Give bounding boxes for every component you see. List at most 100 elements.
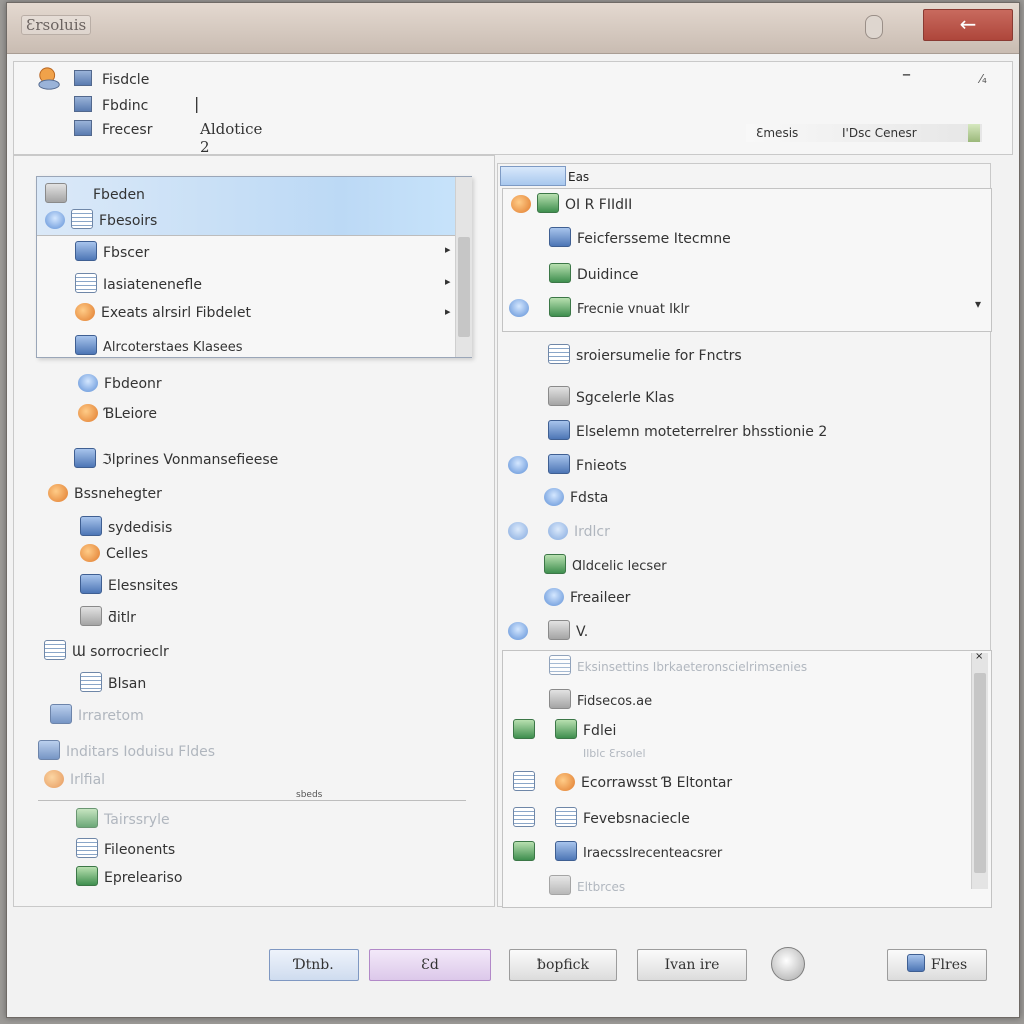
tree-item[interactable]: Tairssryle bbox=[76, 808, 170, 830]
menu-item[interactable]: Fbesoirs bbox=[45, 209, 157, 231]
tree-item[interactable]: sydedisis bbox=[80, 516, 172, 538]
tree-item[interactable]: Blsan bbox=[80, 672, 146, 694]
document-icon bbox=[74, 96, 92, 112]
calendar-icon bbox=[76, 838, 98, 858]
list-item[interactable]: Fdsta bbox=[544, 488, 608, 510]
list-item-label: Duidince bbox=[577, 267, 639, 283]
list-item[interactable]: Freaileer bbox=[544, 588, 630, 610]
action-button-1[interactable]: Ɗtnb. bbox=[269, 949, 359, 981]
list-item[interactable]: Elselemn moteterrelrer bhsstionie 2 bbox=[548, 420, 827, 442]
hscroll-track[interactable] bbox=[38, 800, 466, 801]
list-item[interactable]: Ɑldcelic lecser bbox=[544, 554, 667, 576]
header-row-3[interactable]: Frecesr Aldotice 2 bbox=[74, 120, 262, 156]
record-button[interactable] bbox=[771, 947, 805, 981]
dropdown-arrow-icon[interactable]: ▾ bbox=[975, 297, 981, 311]
list-item[interactable]: Fnieots bbox=[508, 454, 627, 476]
tag-icon bbox=[76, 866, 98, 886]
users-icon bbox=[75, 335, 97, 355]
tree-item[interactable]: ƁLeiore bbox=[78, 404, 157, 426]
list-item[interactable]: Sgcelerle Klas bbox=[548, 386, 674, 408]
menu-item[interactable]: Fbscer ▸ bbox=[75, 241, 451, 263]
tree-item-label: Celles bbox=[106, 546, 149, 562]
action-button-5[interactable]: Flres bbox=[887, 949, 987, 981]
list-item[interactable]: Ilblc Ɛrsolel bbox=[583, 747, 646, 769]
list-item-label: Elselemn moteterrelrer bhsstionie 2 bbox=[576, 424, 828, 440]
header-status: Ɛmesis I'Dsc Cenesr bbox=[746, 124, 982, 142]
tree-item[interactable]: Irraretom bbox=[50, 704, 144, 726]
tree-item[interactable]: ƌitlr bbox=[80, 606, 136, 628]
list-item[interactable]: Irdlcr bbox=[508, 522, 610, 544]
list-item[interactable]: Eltbrces bbox=[549, 875, 625, 897]
tree-item[interactable]: Fbdeonr bbox=[78, 374, 162, 396]
button-row: Ɗtnb. Ɛd ƀopfick Ivan ire Flres bbox=[269, 947, 999, 989]
header-row-2[interactable]: Fbdinc | bbox=[74, 94, 199, 116]
menu-item[interactable]: Iasiatenenefle ▸ bbox=[75, 273, 451, 295]
tab-header[interactable] bbox=[500, 166, 566, 186]
plant-icon bbox=[549, 297, 571, 317]
list-item[interactable]: sroiersumelie for Fnctrs bbox=[548, 344, 742, 366]
list-item[interactable]: V. bbox=[508, 620, 588, 642]
building-icon bbox=[549, 227, 571, 247]
header-field-value[interactable]: Aldotice 2 bbox=[200, 120, 262, 156]
tree-item[interactable]: ℑlprines Vonmansefieese bbox=[74, 448, 278, 470]
list-item[interactable]: Fidsecos.ae bbox=[549, 689, 652, 711]
tree-item[interactable]: Ɯ sorrocrieclr bbox=[44, 640, 169, 662]
action-button-2[interactable]: Ɛd bbox=[369, 949, 491, 981]
list-item[interactable]: Fdlei bbox=[513, 719, 616, 741]
tree-item-label: Irraretom bbox=[78, 708, 144, 724]
header-row-label: Fisdcle bbox=[102, 72, 150, 88]
close-button[interactable]: ← bbox=[923, 9, 1013, 41]
list-item-label: Ɑldcelic lecser bbox=[572, 559, 667, 574]
tree-item[interactable]: Fileonents bbox=[76, 838, 175, 860]
context-menu: Fbeden Fbesoirs Fbscer ▸ Iasiatenenefle … bbox=[36, 176, 472, 358]
tree-item[interactable]: Epreleariso bbox=[76, 866, 182, 888]
help-icon[interactable] bbox=[865, 15, 883, 39]
list-scrollbar[interactable]: × bbox=[971, 651, 988, 889]
tree-item[interactable]: Irlfial bbox=[44, 770, 105, 792]
action-button-4[interactable]: Ivan ire bbox=[637, 949, 747, 981]
tree-item[interactable]: Celles bbox=[80, 544, 148, 566]
folder-icon bbox=[74, 70, 92, 86]
status-label: Ɛmesis bbox=[756, 126, 799, 140]
list-item[interactable]: Feicfersseme Itecmne bbox=[549, 227, 731, 249]
menu-item[interactable]: Fbeden bbox=[45, 183, 145, 205]
file-icon bbox=[906, 954, 925, 972]
tree-item-label: ƌitlr bbox=[108, 610, 136, 626]
tree-item-label: Irlfial bbox=[70, 772, 106, 788]
cloud-icon bbox=[78, 374, 98, 392]
list-item[interactable]: Fevebsnaciecle bbox=[513, 807, 690, 829]
tree-item[interactable]: Inditars Ioduisu Fldes bbox=[38, 740, 215, 762]
list-item[interactable]: Frecnie vnuat Iklr ▾ bbox=[509, 297, 981, 319]
tree-item-label: Tairssryle bbox=[104, 812, 170, 828]
tree-item[interactable]: Elesnsites bbox=[80, 574, 178, 596]
cloud-icon bbox=[45, 211, 65, 229]
action-button-3[interactable]: ƀopfick bbox=[509, 949, 617, 981]
menu-item-label: Iasiatenenefle bbox=[103, 277, 202, 293]
app-icon bbox=[38, 67, 60, 90]
list-item[interactable]: OI R FIIdII bbox=[511, 193, 632, 215]
drive-icon bbox=[544, 488, 564, 506]
menu-item[interactable]: Alrcoterstaes Klasees bbox=[75, 335, 243, 357]
menu-scroll-thumb[interactable] bbox=[458, 237, 470, 337]
sheet-icon bbox=[71, 209, 93, 229]
menu-item[interactable]: Exeats alrsirl Fibdelet ▸ bbox=[75, 303, 451, 325]
list-item[interactable]: Iraecsslrecenteacsrer bbox=[513, 841, 722, 863]
tree-item[interactable]: Bssnehegter bbox=[48, 484, 162, 506]
menu-separator bbox=[37, 235, 471, 236]
list-scroll-thumb[interactable] bbox=[974, 673, 986, 873]
button-label: Flres bbox=[930, 957, 968, 973]
list-item[interactable]: Duidince bbox=[549, 263, 639, 285]
menu-item-label: Fbscer bbox=[103, 245, 150, 261]
menu-scrollbar[interactable] bbox=[455, 177, 472, 357]
list-item[interactable]: Eksinsettins Ibrkaeteronscielrimsenies bbox=[549, 655, 807, 677]
minimize-icon[interactable]: – bbox=[902, 64, 911, 85]
scroll-close-icon[interactable]: × bbox=[975, 651, 983, 662]
left-pane: Fbeden Fbesoirs Fbscer ▸ Iasiatenenefle … bbox=[13, 155, 495, 907]
tab-label: Eas bbox=[568, 170, 590, 184]
header-row-1[interactable]: Fisdcle bbox=[74, 70, 149, 90]
title-bar[interactable]: Ɛrsoluis ← bbox=[7, 3, 1019, 54]
tree-item-label: Fbdeonr bbox=[104, 376, 162, 392]
list-item-label: Iraecsslrecenteacsrer bbox=[583, 846, 723, 861]
list-item[interactable]: Ecorrawsst Ɓ Eltontar bbox=[513, 771, 732, 793]
resize-icon[interactable]: ⁄₄ bbox=[980, 72, 987, 86]
